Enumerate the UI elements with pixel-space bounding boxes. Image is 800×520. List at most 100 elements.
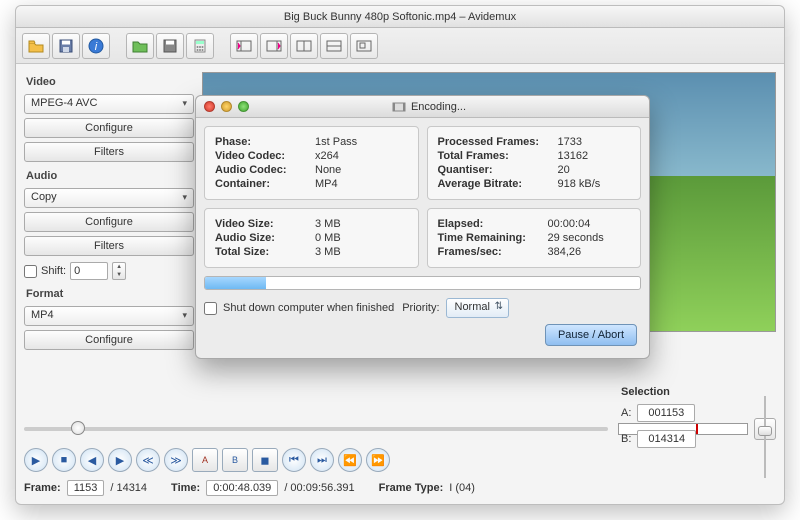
black-frame-button[interactable]: ◼ [252, 448, 278, 472]
audio-size-label: Audio Size: [215, 232, 315, 244]
save-video-button[interactable] [156, 33, 184, 59]
pause-abort-button[interactable]: Pause / Abort [545, 324, 637, 346]
video-filters-button[interactable]: Filters [24, 142, 194, 162]
video-configure-button[interactable]: Configure [24, 118, 194, 138]
format-select[interactable]: MP4 [24, 306, 194, 326]
priority-label: Priority: [402, 302, 439, 314]
dialog-title: Encoding... [411, 101, 466, 113]
quantiser-value: 20 [558, 164, 570, 176]
seek-slider[interactable] [24, 427, 608, 431]
layout-5-button[interactable] [350, 33, 378, 59]
fps-value: 384,26 [548, 246, 582, 258]
priority-select[interactable]: Normal [446, 298, 509, 318]
total-frames-value: 13162 [558, 150, 589, 162]
calculator-button[interactable] [186, 33, 214, 59]
layout-2-button[interactable] [260, 33, 288, 59]
time-label: Time: [171, 482, 200, 494]
encoding-icon [392, 101, 406, 113]
selection-b-label: B: [621, 433, 631, 445]
next-frame-button[interactable]: ▶ [108, 448, 132, 472]
prev-keyframe-button[interactable]: ⏮ [282, 448, 306, 472]
video-size-value: 3 MB [315, 218, 341, 230]
shutdown-label: Shut down computer when finished [223, 302, 394, 314]
seek-thumb[interactable] [71, 421, 85, 435]
shift-checkbox[interactable] [24, 265, 37, 278]
bitrate-value: 918 kB/s [558, 178, 601, 190]
audio-filters-button[interactable]: Filters [24, 236, 194, 256]
remaining-value: 29 seconds [548, 232, 604, 244]
mark-a-button[interactable]: A [192, 448, 218, 472]
acodec-value: None [315, 164, 341, 176]
progress-bar [204, 276, 641, 290]
play-button[interactable]: ▶ [24, 448, 48, 472]
append-button[interactable] [126, 33, 154, 59]
selection-label: Selection [621, 386, 776, 404]
timing-panel: Elapsed:00:00:04 Time Remaining:29 secon… [427, 208, 642, 268]
window-title: Big Buck Bunny 480p Softonic.mp4 – Avide… [284, 11, 516, 23]
vcodec-label: Video Codec: [215, 150, 315, 162]
layout-4-button[interactable] [320, 33, 348, 59]
format-configure-button[interactable]: Configure [24, 330, 194, 350]
container-label: Container: [215, 178, 315, 190]
shutdown-checkbox[interactable] [204, 302, 217, 315]
video-codec-select[interactable]: MPEG-4 AVC [24, 94, 194, 114]
audio-mode-value: Copy [31, 191, 57, 203]
quantiser-label: Quantiser: [438, 164, 558, 176]
processed-frames-value: 1733 [558, 136, 582, 148]
size-panel: Video Size:3 MB Audio Size:0 MB Total Si… [204, 208, 419, 268]
selection-b-value[interactable]: 014314 [637, 430, 696, 448]
save-button[interactable] [52, 33, 80, 59]
elapsed-value: 00:00:04 [548, 218, 591, 230]
format-section-label: Format [24, 284, 194, 302]
frame-type-value: I (04) [449, 482, 475, 494]
total-size-value: 3 MB [315, 246, 341, 258]
last-frame-button[interactable]: ⏩ [366, 448, 390, 472]
forward-button[interactable]: ≫ [164, 448, 188, 472]
time-total: / 00:09:56.391 [284, 482, 354, 494]
rewind-button[interactable]: ≪ [136, 448, 160, 472]
container-value: MP4 [315, 178, 338, 190]
shift-stepper[interactable]: ▲▼ [112, 262, 126, 280]
video-section-label: Video [24, 72, 194, 90]
bitrate-label: Average Bitrate: [438, 178, 558, 190]
selection-a-label: A: [621, 407, 631, 419]
phase-panel: Phase:1st Pass Video Codec:x264 Audio Co… [204, 126, 419, 200]
first-frame-button[interactable]: ⏪ [338, 448, 362, 472]
selection-a-value[interactable]: 001153 [637, 404, 695, 422]
dialog-titlebar[interactable]: Encoding... [196, 96, 649, 118]
encoding-dialog: Encoding... Phase:1st Pass Video Codec:x… [195, 95, 650, 359]
audio-size-value: 0 MB [315, 232, 341, 244]
layout-1-button[interactable] [230, 33, 258, 59]
volume-slider[interactable] [758, 396, 772, 478]
elapsed-label: Elapsed: [438, 218, 548, 230]
audio-mode-select[interactable]: Copy [24, 188, 194, 208]
vcodec-value: x264 [315, 150, 339, 162]
acodec-label: Audio Codec: [215, 164, 315, 176]
layout-3-button[interactable] [290, 33, 318, 59]
stop-button[interactable]: ■ [52, 448, 76, 472]
open-file-button[interactable] [22, 33, 50, 59]
processed-frames-label: Processed Frames: [438, 136, 558, 148]
selection-panel: Selection A: 001153 B: 014314 [621, 386, 776, 496]
shift-label: Shift: [41, 265, 66, 277]
frame-type-label: Frame Type: [379, 482, 444, 494]
frame-label: Frame: [24, 482, 61, 494]
fps-label: Frames/sec: [438, 246, 548, 258]
total-size-label: Total Size: [215, 246, 315, 258]
info-button[interactable]: i [82, 33, 110, 59]
left-panel: Video MPEG-4 AVC Configure Filters Audio… [24, 72, 194, 350]
audio-section-label: Audio [24, 166, 194, 184]
shift-input[interactable] [70, 262, 108, 280]
mark-b-button[interactable]: B [222, 448, 248, 472]
phase-label: Phase: [215, 136, 315, 148]
frame-value[interactable]: 1153 [67, 480, 105, 496]
main-toolbar: i [16, 28, 784, 64]
next-keyframe-button[interactable]: ⏭ [310, 448, 334, 472]
audio-configure-button[interactable]: Configure [24, 212, 194, 232]
prev-frame-button[interactable]: ◀ [80, 448, 104, 472]
window-titlebar[interactable]: Big Buck Bunny 480p Softonic.mp4 – Avide… [16, 6, 784, 28]
time-value[interactable]: 0:00:48.039 [206, 480, 278, 496]
frame-total: / 14314 [110, 482, 147, 494]
total-frames-label: Total Frames: [438, 150, 558, 162]
video-codec-value: MPEG-4 AVC [31, 97, 97, 109]
